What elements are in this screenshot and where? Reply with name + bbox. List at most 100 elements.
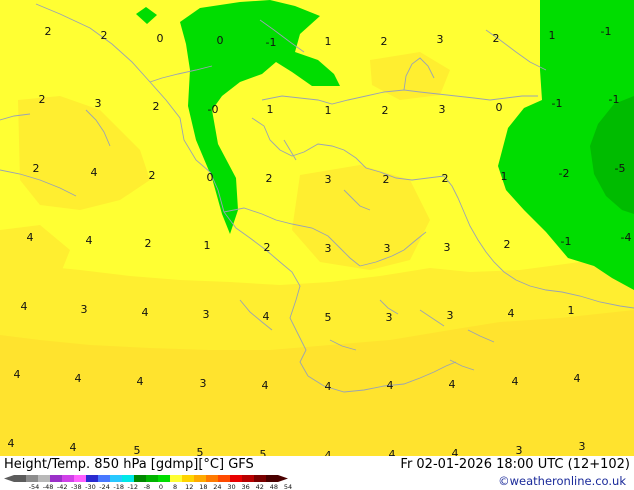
temperature-value-label: 4 <box>263 310 270 323</box>
temperature-value-label: 4 <box>325 380 332 393</box>
temperature-value-label: 4 <box>387 379 394 392</box>
temperature-value-label: 2 <box>45 25 52 38</box>
color-scale-swatches <box>4 475 288 482</box>
temperature-map: 2 2 0 0 -1 1 2 3 2 1 -1 2 3 2 -0 1 1 2 3 0 -1 -1 2 4 2 0 2 3 2 2 1 -2 -5… <box>0 0 634 456</box>
temperature-value-label: 4 <box>508 307 515 320</box>
color-scale-swatch <box>110 475 122 482</box>
temperature-value-label: -1 <box>609 93 620 106</box>
color-scale-swatch <box>86 475 98 482</box>
temperature-value-label: 4 <box>137 375 144 388</box>
color-scale-tick-label: 54 <box>284 483 292 490</box>
color-scale-tick-label: -12 <box>127 483 138 490</box>
color-scale-tick-label: -54 <box>29 483 40 490</box>
temperature-value-label: 2 <box>33 162 40 175</box>
color-scale-swatch <box>122 475 134 482</box>
temperature-value-label: 2 <box>442 172 449 185</box>
temperature-value-label: 2 <box>39 93 46 106</box>
temperature-value-label: 4 <box>142 306 149 319</box>
temperature-value-label: 2 <box>381 35 388 48</box>
temperature-value-label: 5 <box>197 446 204 456</box>
color-scale-swatch <box>170 475 182 482</box>
color-scale-swatch <box>254 475 266 482</box>
color-scale-tick-label: 36 <box>242 483 250 490</box>
color-scale-tick-label: 30 <box>227 483 235 490</box>
temperature-value-label: 4 <box>262 379 269 392</box>
temperature-value-label: 4 <box>21 300 28 313</box>
color-scale-tick-label: -30 <box>85 483 96 490</box>
temperature-value-label: 2 <box>149 169 156 182</box>
color-scale-swatch <box>182 475 194 482</box>
color-scale-tick-label: -18 <box>113 483 124 490</box>
footer-bar: Height/Temp. 850 hPa [gdmp][°C] GFS Fr 0… <box>0 456 634 490</box>
color-scale-tick-label: 42 <box>256 483 264 490</box>
temperature-value-label: 5 <box>260 448 267 456</box>
temperature-value-label: 3 <box>384 242 391 255</box>
color-scale-legend: -54 -48 -42 -38 -30 -24 -18 -12 -8 0 8 12 18 24 30 36 42… <box>4 475 292 490</box>
temperature-value-label: 4 <box>389 448 396 456</box>
temperature-value-label: 4 <box>75 372 82 385</box>
temperature-value-label: 2 <box>101 29 108 42</box>
temperature-value-label: 3 <box>447 309 454 322</box>
color-scale-tick-label: 48 <box>270 483 278 490</box>
color-scale-swatch <box>14 475 26 482</box>
temperature-value-label: 4 <box>91 166 98 179</box>
temperature-value-label: 4 <box>449 378 456 391</box>
temperature-value-label: -5 <box>615 162 626 175</box>
temperature-value-label: -0 <box>208 103 219 116</box>
temperature-value-label: 3 <box>579 440 586 453</box>
temperature-value-label: 3 <box>325 242 332 255</box>
temperature-value-label: 1 <box>267 103 274 116</box>
temperature-value-label: 0 <box>157 32 164 45</box>
temperature-value-label: 3 <box>203 308 210 321</box>
temperature-value-label: 2 <box>264 241 271 254</box>
site-credit-link[interactable]: ©weatheronline.co.uk <box>498 474 626 488</box>
color-scale-swatch <box>206 475 218 482</box>
temperature-value-label: 4 <box>8 437 15 450</box>
temperature-value-label: 2 <box>383 173 390 186</box>
temperature-value-label: 2 <box>266 172 273 185</box>
temperature-value-label: 0 <box>496 101 503 114</box>
temperature-value-label: 1 <box>549 29 556 42</box>
temperature-value-label: 4 <box>325 449 332 456</box>
temperature-value-label: 5 <box>325 311 332 324</box>
temperature-value-label: -2 <box>559 167 570 180</box>
temperature-value-label: 4 <box>512 375 519 388</box>
color-scale-swatch <box>74 475 86 482</box>
temperature-value-label: 4 <box>14 368 21 381</box>
temperature-value-label: 2 <box>493 32 500 45</box>
temperature-value-label: 1 <box>568 304 575 317</box>
color-scale-tick-label: 0 <box>159 483 163 490</box>
temperature-value-label: 3 <box>437 33 444 46</box>
temperature-value-label: 0 <box>217 34 224 47</box>
color-scale-tick-label: -38 <box>71 483 82 490</box>
temperature-value-label: 3 <box>325 173 332 186</box>
temperature-value-label: -1 <box>561 235 572 248</box>
temperature-value-label: 2 <box>145 237 152 250</box>
temperature-value-label: -4 <box>621 231 632 244</box>
temperature-value-label: 1 <box>325 35 332 48</box>
weather-map-view: 2 2 0 0 -1 1 2 3 2 1 -1 2 3 2 -0 1 1 2 3 0 -1 -1 2 4 2 0 2 3 2 2 1 -2 -5… <box>0 0 634 490</box>
temperature-value-label: 3 <box>81 303 88 316</box>
temperature-value-label: 3 <box>200 377 207 390</box>
color-scale-tick-label: -24 <box>99 483 110 490</box>
temperature-value-label: 3 <box>439 103 446 116</box>
temperature-value-label: 4 <box>452 447 459 456</box>
color-scale-left-arrow <box>4 475 14 482</box>
color-scale-swatch <box>158 475 170 482</box>
temperature-value-label: 3 <box>444 241 451 254</box>
color-scale-tick-label: 12 <box>185 483 193 490</box>
temperature-value-label: 2 <box>382 104 389 117</box>
temperature-value-label: -1 <box>601 25 612 38</box>
temperature-value-label: 2 <box>153 100 160 113</box>
forecast-time: Fr 02-01-2026 18:00 UTC (12+102) <box>400 457 630 472</box>
color-scale-swatch <box>146 475 158 482</box>
temperature-value-label: 5 <box>134 444 141 456</box>
temperature-value-label: 4 <box>574 372 581 385</box>
temperature-value-label: 4 <box>86 234 93 247</box>
color-scale-swatch <box>50 475 62 482</box>
color-scale-swatch <box>266 475 278 482</box>
temperature-value-label: -1 <box>552 97 563 110</box>
color-scale-swatch <box>230 475 242 482</box>
temperature-value-label: 3 <box>386 311 393 324</box>
temperature-value-label: 3 <box>95 97 102 110</box>
